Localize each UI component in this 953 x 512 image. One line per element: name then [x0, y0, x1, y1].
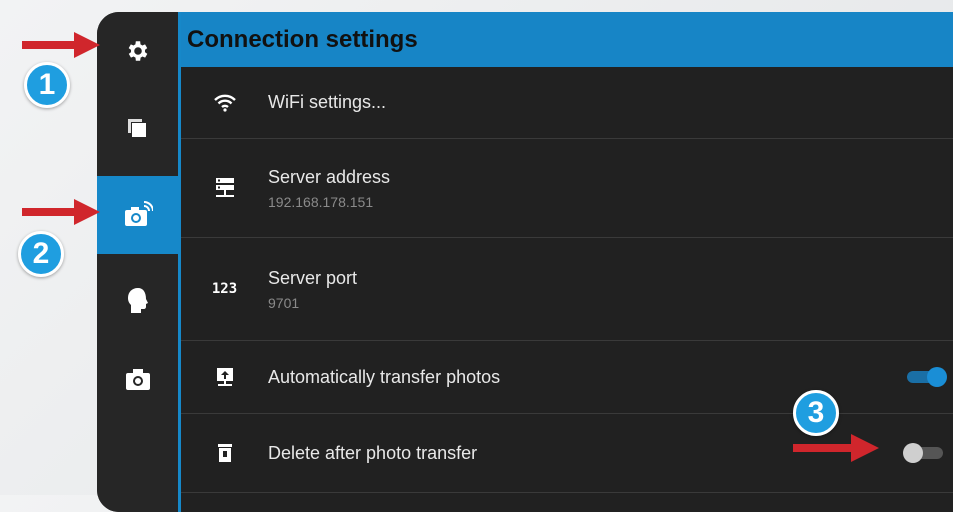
server-icon	[215, 178, 234, 197]
toggle-knob	[927, 367, 947, 387]
upload-monitor-icon	[216, 368, 233, 386]
wifi-icon	[213, 94, 236, 112]
server-port-label: Server port	[268, 267, 358, 288]
sidebar-item-connection[interactable]	[97, 176, 178, 254]
sidebar	[97, 12, 178, 512]
sidebar-item-profile[interactable]	[97, 262, 178, 340]
step-badge-3-text: 3	[807, 396, 825, 429]
setting-row-server-port[interactable]: 123 Server port 9701	[181, 238, 953, 341]
delete-after-label: Delete after photo transfer	[268, 442, 478, 463]
server-address-label: Server address	[268, 166, 391, 187]
setting-row-wifi[interactable]: WiFi settings...	[181, 67, 953, 139]
setting-row-server-address[interactable]: Server address 192.168.178.151	[181, 139, 953, 238]
arrow-1-icon	[22, 32, 100, 58]
step-badge-3: 3	[793, 390, 839, 436]
delete-after-toggle[interactable]	[903, 443, 947, 463]
auto-transfer-label: Automatically transfer photos	[268, 366, 501, 387]
remote-camera-icon	[124, 201, 153, 226]
trash-icon	[217, 444, 232, 462]
gear-icon	[128, 41, 147, 61]
sidebar-item-settings[interactable]	[97, 12, 178, 90]
step-badge-2-text: 2	[32, 237, 50, 270]
camera-icon	[125, 369, 150, 390]
arrow-3-icon	[793, 434, 879, 462]
step-badge-2: 2	[18, 231, 64, 277]
arrow-2-icon	[22, 199, 100, 225]
page-title-text: Connection settings	[187, 25, 418, 53]
head-silhouette-icon	[127, 288, 148, 313]
server-address-value: 192.168.178.151	[268, 193, 374, 210]
copy-icon	[127, 119, 146, 137]
server-port-value: 9701	[268, 294, 300, 311]
step-badge-1: 1	[24, 62, 70, 108]
page-title: Connection settings	[181, 12, 953, 67]
sidebar-item-camera[interactable]	[97, 340, 178, 418]
toggle-knob	[903, 443, 923, 463]
step-badge-1-text: 1	[38, 68, 56, 101]
sidebar-item-copies[interactable]	[97, 90, 178, 168]
wifi-settings-label: WiFi settings...	[268, 92, 387, 112]
numeric-icon: 123	[211, 281, 238, 297]
setting-row-auto-transfer[interactable]: Automatically transfer photos	[181, 341, 953, 414]
auto-transfer-toggle[interactable]	[903, 367, 947, 387]
